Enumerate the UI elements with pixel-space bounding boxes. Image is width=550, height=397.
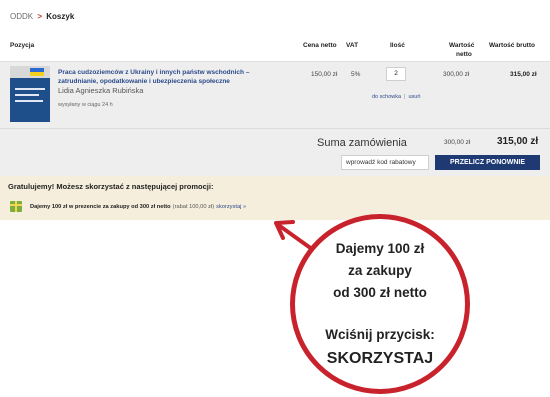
callout-line-2: za zakupy <box>348 263 412 278</box>
callout-line-1: Dajemy 100 zł <box>335 241 425 256</box>
promotion-callout: Dajemy 100 zł za zakupy od 300 zł netto … <box>290 214 470 394</box>
callout-line-5: SKORZYSTAJ <box>326 350 434 367</box>
arrow-icon <box>274 220 332 264</box>
callout-line-4: Wciśnij przycisk: <box>325 327 435 342</box>
callout-line-3: od 300 zł netto <box>333 285 427 300</box>
